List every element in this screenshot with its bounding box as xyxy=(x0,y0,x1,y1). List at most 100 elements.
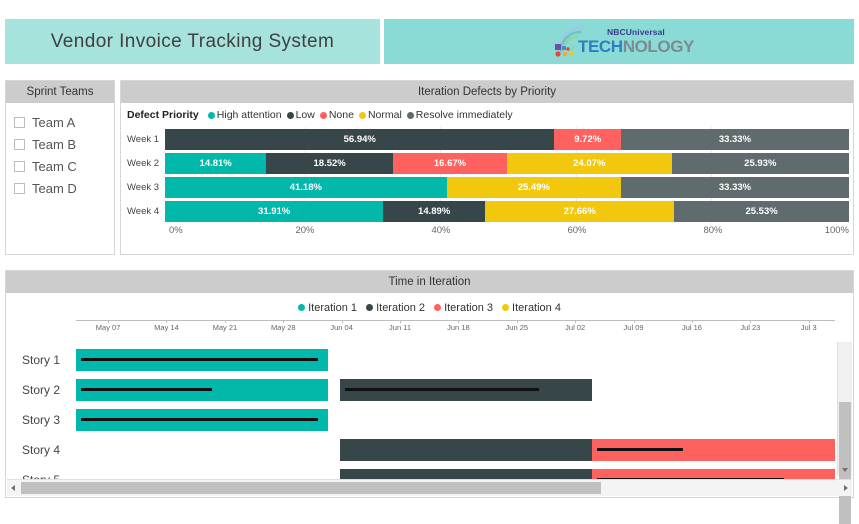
gantt-vertical-scrollbar[interactable] xyxy=(837,342,852,524)
defects-bar-segment[interactable]: 25.49% xyxy=(446,176,621,198)
defects-bar-segment[interactable]: 25.93% xyxy=(671,152,849,174)
slicer-options-list: Team A Team B Team C Team D xyxy=(6,103,114,199)
defects-bar-segment[interactable]: 16.67% xyxy=(392,152,507,174)
gantt-horizontal-scroll-thumb[interactable] xyxy=(21,482,601,494)
legend-label: None xyxy=(328,109,354,121)
legend-label: Iteration 1 xyxy=(308,302,358,314)
gantt-bar[interactable] xyxy=(340,439,593,461)
defects-category-label: Week 3 xyxy=(127,181,160,193)
legend-item-resolve-immediately[interactable]: Resolve immediately xyxy=(406,109,513,121)
logo-tech-text: TECH xyxy=(578,36,623,56)
defects-bar-segment[interactable]: 56.94% xyxy=(165,128,555,150)
chevron-left-icon[interactable] xyxy=(11,485,15,491)
axis-tick-label: 60% xyxy=(567,225,587,236)
dashboard-header: Vendor Invoice Tracking System NBCUniver… xyxy=(5,19,854,64)
axis-tick-label: 40% xyxy=(431,225,451,236)
gantt-row[interactable]: Story 2 xyxy=(6,375,853,405)
checkbox-icon[interactable] xyxy=(14,116,25,128)
sidebar-item-team-a[interactable]: Team A xyxy=(14,111,114,133)
dashboard-page: Vendor Invoice Tracking System NBCUniver… xyxy=(0,0,859,524)
axis-tick-label: 80% xyxy=(703,225,723,236)
legend-swatch-icon xyxy=(298,304,306,311)
checkbox-icon[interactable] xyxy=(14,160,25,172)
chevron-right-icon[interactable] xyxy=(844,485,848,491)
checkbox-icon[interactable] xyxy=(14,138,25,150)
defects-category-label: Week 1 xyxy=(127,133,160,145)
checkbox-icon[interactable] xyxy=(14,182,25,194)
defects-bar-segment[interactable]: 14.89% xyxy=(383,200,486,222)
gantt-row[interactable]: Story 1 xyxy=(6,345,853,375)
slicer-item-label: Team B xyxy=(32,136,77,152)
iteration-defects-chart[interactable]: Iteration Defects by Priority Defect Pri… xyxy=(120,80,854,255)
chevron-down-icon[interactable] xyxy=(842,468,848,472)
legend-item-iteration-1[interactable]: Iteration 1 xyxy=(298,302,357,314)
legend-label: Resolve immediately xyxy=(415,109,513,121)
axis-tick-label: 20% xyxy=(295,225,315,236)
sidebar-item-team-d[interactable]: Team D xyxy=(14,177,114,199)
defects-bar-track: 14.81% 18.52% 16.67% 24.07% 25.93% xyxy=(165,152,849,174)
gantt-row[interactable]: Story 4 xyxy=(6,435,853,465)
slicer-item-label: Team C xyxy=(32,158,77,174)
gantt-horizontal-scrollbar[interactable] xyxy=(7,479,852,496)
defects-bar-segment[interactable]: 31.91% xyxy=(165,200,384,222)
defects-category-label: Week 2 xyxy=(127,157,160,169)
gantt-progress-line xyxy=(596,448,684,451)
defects-bar-segment[interactable]: 41.18% xyxy=(165,176,447,198)
defects-bar-segment[interactable]: 33.33% xyxy=(621,176,849,198)
gantt-row[interactable]: Story 3 xyxy=(6,405,853,435)
legend-label: Iteration 3 xyxy=(444,302,493,314)
gantt-axis-tick xyxy=(166,320,168,323)
gantt-vertical-scroll-thumb[interactable] xyxy=(839,402,851,524)
gantt-legend[interactable]: Iteration 1 Iteration 2 Iteration 3 Iter… xyxy=(6,293,853,320)
defects-bar-row[interactable]: Week 1 56.94% 9.72% 33.33% xyxy=(125,127,849,151)
defects-x-axis: 0% 20% 40% 60% 80% 100% xyxy=(125,225,849,241)
legend-item-iteration-2[interactable]: Iteration 2 xyxy=(366,302,425,314)
gantt-axis-tick-label: Jun 18 xyxy=(447,323,470,332)
defects-bar-row[interactable]: Week 4 31.91% 14.89% 27.66% 25.53% xyxy=(125,199,849,223)
defects-bar-segment[interactable]: 25.53% xyxy=(674,200,849,222)
gantt-row-label: Story 1 xyxy=(22,353,61,367)
legend-item-normal[interactable]: Normal xyxy=(358,109,402,121)
gantt-axis-tick-label: Jun 04 xyxy=(330,323,353,332)
gantt-row-label: Story 3 xyxy=(22,413,61,427)
legend-item-iteration-3[interactable]: Iteration 3 xyxy=(434,302,493,314)
sidebar-item-team-b[interactable]: Team B xyxy=(14,133,114,155)
gantt-axis-tick-label: Jul 02 xyxy=(565,323,586,332)
legend-swatch-icon xyxy=(207,111,215,119)
gantt-axis-tick xyxy=(458,320,460,323)
gantt-axis-tick-label: Jul 3 xyxy=(800,323,817,332)
legend-item-low[interactable]: Low xyxy=(286,109,315,121)
legend-label: High attention xyxy=(216,109,282,121)
legend-item-none[interactable]: None xyxy=(319,109,354,121)
legend-item-high-attention[interactable]: High attention xyxy=(207,109,282,121)
defects-bar-segment[interactable]: 33.33% xyxy=(620,128,849,150)
defects-legend[interactable]: Defect Priority High attention Low None … xyxy=(121,103,853,121)
sprint-teams-slicer[interactable]: Sprint Teams Team A Team B Team C Team D xyxy=(5,80,115,255)
gantt-axis-tick xyxy=(224,320,226,323)
legend-title: Defect Priority xyxy=(127,109,199,121)
gantt-axis-tick xyxy=(808,320,810,323)
gantt-row-label: Story 2 xyxy=(22,383,61,397)
defects-bar-track: 41.18% 25.49% 33.33% xyxy=(165,176,849,198)
legend-label: Iteration 4 xyxy=(512,302,561,314)
defects-bar-segment[interactable]: 14.81% xyxy=(165,152,267,174)
gantt-chart-title: Time in Iteration xyxy=(6,271,853,293)
gantt-time-axis: May 07 May 14 May 21 May 28 Jun 04 Jun 11 Jun … xyxy=(76,320,835,339)
slicer-item-label: Team D xyxy=(32,180,77,196)
time-in-iteration-chart[interactable]: Time in Iteration Iteration 1 Iteration … xyxy=(5,270,854,524)
gantt-axis-tick-label: Jul 23 xyxy=(740,323,761,332)
defects-bar-segment[interactable]: 27.66% xyxy=(485,200,675,222)
gantt-axis-tick xyxy=(108,320,110,323)
gantt-axis-tick-label: Jun 25 xyxy=(505,323,529,332)
defects-bar-row[interactable]: Week 3 41.18% 25.49% 33.33% xyxy=(125,175,849,199)
defects-bar-segment[interactable]: 9.72% xyxy=(554,128,621,150)
legend-item-iteration-4[interactable]: Iteration 4 xyxy=(501,302,561,314)
defects-bar-row[interactable]: Week 2 14.81% 18.52% 16.67% 24.07% 25.93% xyxy=(125,151,849,175)
defects-bar-segment[interactable]: 18.52% xyxy=(266,152,393,174)
sidebar-item-team-c[interactable]: Team C xyxy=(14,155,114,177)
gantt-axis-tick xyxy=(400,320,402,323)
defects-bar-segment[interactable]: 24.07% xyxy=(506,152,672,174)
gantt-row-label: Story 4 xyxy=(22,443,61,457)
legend-swatch-icon xyxy=(501,304,509,311)
gantt-progress-line xyxy=(81,418,319,421)
